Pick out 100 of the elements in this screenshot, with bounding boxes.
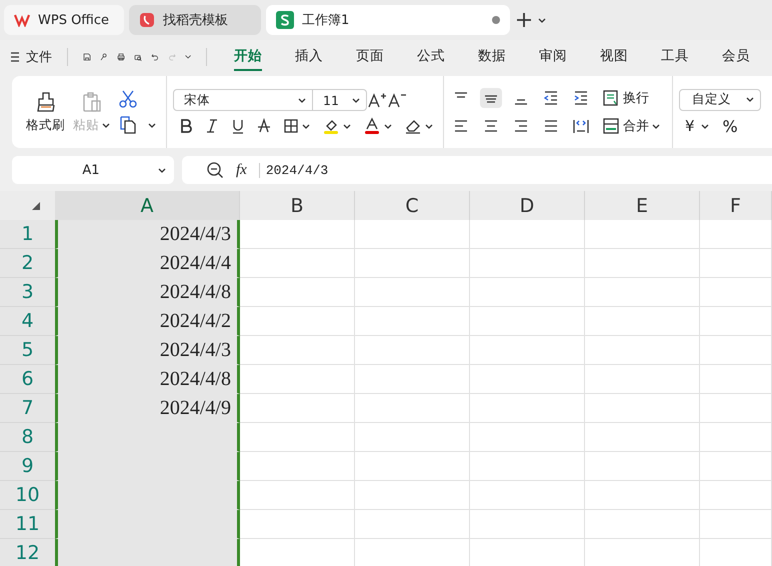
table-cell: 2024/4/2	[55, 307, 240, 336]
ribbon-tab[interactable]: 审阅	[538, 43, 567, 71]
new-tab-icon[interactable]	[515, 11, 533, 29]
column-header[interactable]: E	[585, 191, 700, 220]
row-header[interactable]: 1	[0, 220, 55, 249]
shrink-font-icon[interactable]	[387, 91, 407, 109]
row-header[interactable]: 8	[0, 423, 55, 452]
decrease-indent-icon[interactable]	[542, 90, 560, 106]
number-format-dropdown[interactable]: 自定义	[679, 88, 761, 110]
table-cell: 2024/4/8	[55, 278, 240, 307]
borders-icon[interactable]	[283, 118, 299, 134]
font-size-dropdown[interactable]: 11	[313, 89, 367, 111]
currency-button[interactable]: ¥	[685, 117, 695, 135]
spreadsheet-logo-icon	[276, 11, 294, 29]
row-header[interactable]: 3	[0, 278, 55, 307]
caret-icon[interactable]	[425, 124, 433, 128]
merge-button[interactable]: 合并	[600, 115, 662, 137]
column-header[interactable]: B	[240, 191, 355, 220]
table-cell	[700, 452, 772, 481]
row-header[interactable]: 7	[0, 394, 55, 423]
caret-icon[interactable]	[538, 18, 546, 22]
wrap-text-icon	[602, 89, 620, 107]
table-cell	[700, 481, 772, 510]
caret-icon[interactable]	[746, 97, 754, 102]
table-cell	[700, 249, 772, 278]
wrap-text-button[interactable]: 换行	[600, 87, 651, 109]
table-cell: 2024/4/3	[55, 336, 240, 365]
italic-icon[interactable]	[205, 118, 219, 134]
table-cell: 2024/4/8	[55, 365, 240, 394]
justify-icon[interactable]	[542, 118, 560, 134]
align-right-icon[interactable]	[512, 118, 530, 134]
caret-icon[interactable]	[343, 124, 351, 128]
font-color-icon[interactable]	[363, 117, 381, 135]
row-header[interactable]: 6	[0, 365, 55, 394]
column-header[interactable]: D	[470, 191, 585, 220]
clipboard-icon	[80, 90, 102, 112]
document-tab[interactable]: WPS Office	[4, 5, 124, 35]
percent-button[interactable]: %	[722, 116, 738, 136]
strikethrough-icon[interactable]	[257, 118, 271, 134]
row-header[interactable]: 9	[0, 452, 55, 481]
distribute-icon[interactable]	[572, 118, 590, 134]
caret-icon[interactable]	[148, 122, 156, 128]
caret-icon[interactable]	[298, 98, 306, 102]
row-header[interactable]: 4	[0, 307, 55, 336]
table-cell: 2024/4/3	[55, 220, 240, 249]
ribbon-tab[interactable]: 会员	[722, 43, 750, 71]
template-logo-icon	[139, 12, 155, 28]
caret-icon[interactable]	[302, 124, 310, 128]
unsaved-dot	[492, 16, 500, 24]
row-header[interactable]: 10	[0, 481, 55, 510]
table-cell	[700, 307, 772, 336]
menu-icon	[10, 52, 20, 62]
ribbon-tab[interactable]: 视图	[600, 43, 628, 71]
underline-icon[interactable]	[231, 118, 245, 134]
table-cell	[700, 336, 772, 365]
caret-icon[interactable]	[158, 168, 166, 172]
ribbon-tab[interactable]: 公式	[416, 43, 445, 71]
cut-icon[interactable]	[118, 89, 138, 109]
zoom-out-icon[interactable]	[206, 161, 224, 179]
column-header[interactable]: A	[55, 191, 240, 220]
select-all-icon[interactable]	[31, 201, 41, 211]
increase-indent-icon[interactable]	[572, 90, 590, 106]
document-tab[interactable]: 工作簿1	[266, 5, 510, 35]
align-center-icon[interactable]	[482, 118, 500, 134]
column-header[interactable]: F	[700, 191, 772, 220]
table-cell: 2024/4/9	[55, 394, 240, 423]
row-header[interactable]: 12	[0, 539, 55, 566]
format-painter-icon	[34, 90, 56, 112]
more-caret-icon[interactable]	[185, 53, 192, 61]
column-header[interactable]: C	[355, 191, 470, 220]
format-painter-button[interactable]: 格式刷	[26, 90, 65, 134]
table-cell	[700, 423, 772, 452]
ribbon-tab[interactable]: 数据	[478, 43, 506, 71]
ribbon-tab[interactable]: 插入	[294, 43, 323, 71]
table-cell	[700, 510, 772, 539]
formula-bar[interactable]: fx 2024/4/3	[182, 156, 772, 184]
table-cell: 2024/4/4	[55, 249, 240, 278]
table-cell	[700, 365, 772, 394]
align-left-icon[interactable]	[452, 118, 470, 134]
function-button[interactable]: fx	[236, 162, 247, 178]
row-header[interactable]: 5	[0, 336, 55, 365]
table-cell	[700, 278, 772, 307]
table-cell	[700, 394, 772, 423]
wps-logo-icon	[14, 13, 30, 27]
grow-font-icon[interactable]	[367, 91, 387, 109]
copy-icon[interactable]	[118, 115, 138, 135]
caret-icon[interactable]	[700, 124, 709, 128]
bold-icon[interactable]	[179, 118, 193, 134]
caret-icon[interactable]	[652, 124, 660, 128]
row-header[interactable]: 11	[0, 510, 55, 539]
file-menu[interactable]: 文件	[10, 48, 52, 66]
ribbon-tab[interactable]: 页面	[356, 43, 384, 71]
ribbon-tab[interactable]: 工具	[660, 43, 689, 71]
ribbon-tab[interactable]: 开始	[234, 43, 262, 71]
document-tab[interactable]: 找稻壳模板	[129, 5, 261, 35]
name-box[interactable]: A1	[12, 156, 174, 184]
caret-icon[interactable]	[352, 98, 360, 102]
row-header[interactable]: 2	[0, 249, 55, 278]
font-name-dropdown[interactable]: 宋体	[173, 89, 313, 111]
caret-icon[interactable]	[384, 124, 392, 128]
